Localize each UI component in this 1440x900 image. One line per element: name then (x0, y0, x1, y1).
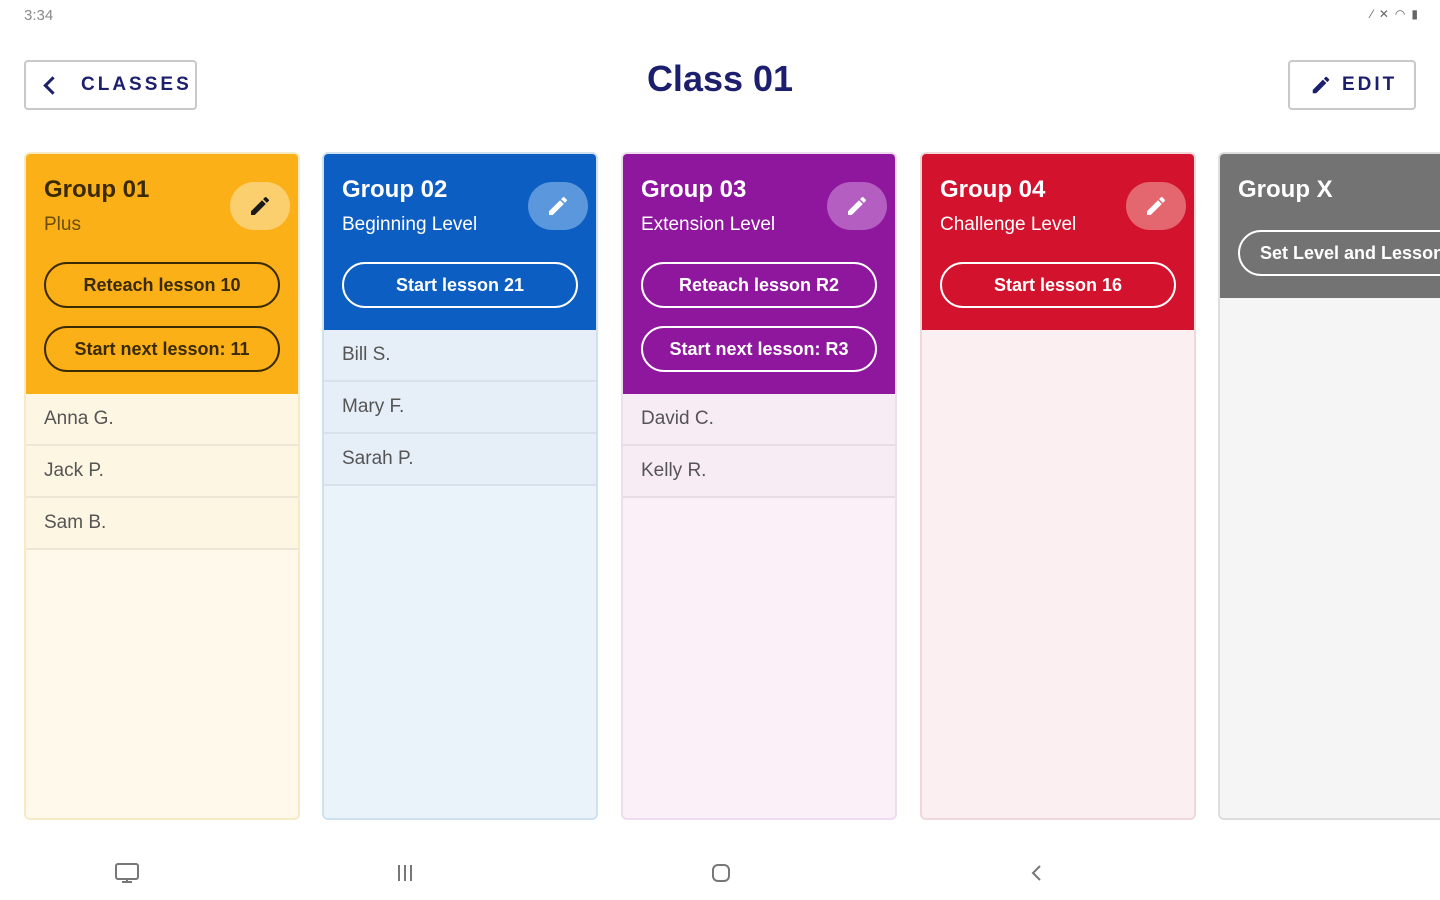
recent-apps-icon[interactable] (390, 860, 420, 886)
group-header: Group 01 Plus Reteach lesson 10 Start ne… (26, 154, 298, 394)
group-title: Group X (1238, 176, 1333, 203)
edit-button[interactable]: EDIT (1288, 60, 1416, 110)
status-time: 3:34 (24, 7, 54, 24)
pencil-icon (848, 196, 866, 215)
back-icon[interactable] (1022, 860, 1052, 886)
group-title: Group 02 (342, 176, 448, 203)
group-card-x: Group X Set Level and Lesson (1218, 152, 1440, 820)
group-level: Beginning Level (342, 214, 478, 235)
group-header: Group X Set Level and Lesson (1220, 154, 1440, 298)
student-row[interactable]: Bill S. (324, 330, 596, 382)
group-card-03: Group 03 Extension Level Reteach lesson … (621, 152, 897, 820)
wifi-icon: ◠ (1394, 7, 1406, 21)
mute-icon: ✕ (1378, 7, 1389, 21)
edit-group-button[interactable] (528, 182, 588, 230)
status-bar: 3:34 ⁄ ✕ ◠ ▮ (0, 0, 1440, 30)
group-card-04: Group 04 Challenge Level Start lesson 16 (920, 152, 1196, 820)
page-title: Class 01 (646, 58, 794, 99)
home-icon[interactable] (706, 860, 736, 886)
group-header: Group 03 Extension Level Reteach lesson … (623, 154, 895, 394)
group-level: Extension Level (641, 214, 776, 235)
system-nav-bar (0, 846, 1440, 900)
group-card-02: Group 02 Beginning Level Start lesson 21… (322, 152, 598, 820)
group-title: Group 03 (641, 176, 747, 203)
screenshot-icon[interactable] (112, 860, 142, 886)
student-row[interactable]: Mary F. (324, 382, 596, 434)
group-card-01: Group 01 Plus Reteach lesson 10 Start ne… (24, 152, 300, 820)
battery-icon: ▮ (1411, 7, 1418, 21)
start-next-lesson-button[interactable]: Start next lesson: R3 (641, 326, 877, 372)
pencil-icon (1312, 76, 1330, 94)
group-level: Challenge Level (940, 214, 1077, 235)
group-title: Group 04 (940, 176, 1046, 203)
student-row[interactable]: Anna G. (26, 394, 298, 446)
group-level: Plus (44, 214, 81, 235)
student-row[interactable]: David C. (623, 394, 895, 446)
group-header: Group 04 Challenge Level Start lesson 16 (922, 154, 1194, 330)
edit-button-label: EDIT (1342, 74, 1398, 95)
group-header: Group 02 Beginning Level Start lesson 21 (324, 154, 596, 330)
edit-group-button[interactable] (827, 182, 887, 230)
reteach-lesson-button[interactable]: Reteach lesson 10 (44, 262, 280, 308)
pencil-icon (549, 196, 567, 215)
edit-group-button[interactable] (230, 182, 290, 230)
silent-icon: ⁄ (1370, 7, 1373, 21)
start-next-lesson-button[interactable]: Start next lesson: 11 (44, 326, 280, 372)
reteach-lesson-button[interactable]: Reteach lesson R2 (641, 262, 877, 308)
student-row[interactable]: Sam B. (26, 498, 298, 550)
student-row[interactable]: Sarah P. (324, 434, 596, 486)
pencil-icon (251, 196, 269, 215)
group-title: Group 01 (44, 176, 150, 203)
start-lesson-button[interactable]: Start lesson 16 (940, 262, 1176, 308)
edit-group-button[interactable] (1126, 182, 1186, 230)
set-level-and-lesson-button[interactable]: Set Level and Lesson (1238, 230, 1440, 276)
student-row[interactable]: Jack P. (26, 446, 298, 498)
start-lesson-button[interactable]: Start lesson 21 (342, 262, 578, 308)
pencil-icon (1147, 196, 1165, 215)
status-icons: ⁄ ✕ ◠ ▮ (1371, 7, 1418, 21)
student-row[interactable]: Kelly R. (623, 446, 895, 498)
